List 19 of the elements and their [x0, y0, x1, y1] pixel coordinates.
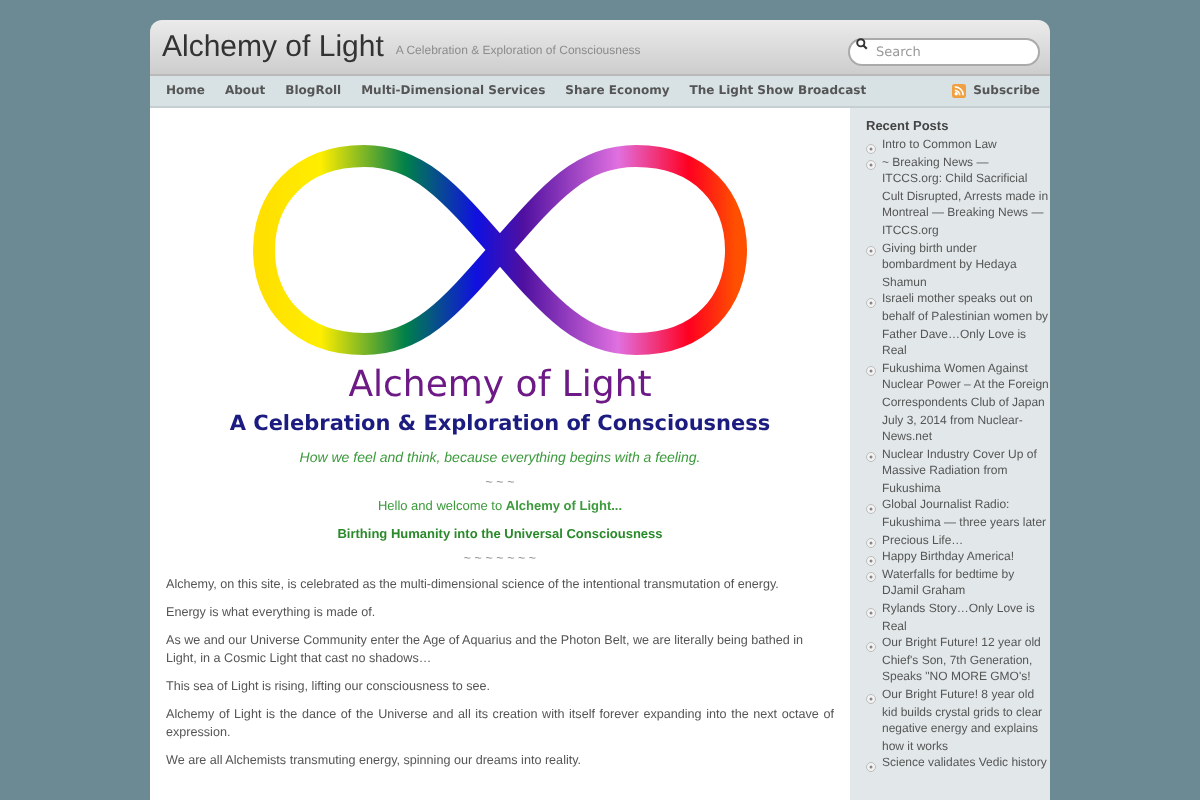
rss-icon	[951, 84, 966, 98]
bullet-icon	[866, 452, 876, 463]
bullet-icon	[866, 503, 876, 514]
logo-subtitle: A Celebration & Exploration of Consciousness	[229, 412, 771, 436]
bullet-icon	[866, 555, 876, 566]
bullet-icon	[866, 761, 876, 772]
bullet-icon	[866, 607, 876, 618]
bullet-icon	[866, 366, 876, 377]
bullet-icon	[866, 693, 876, 703]
bullet-icon	[866, 160, 876, 171]
logo-title: Alchemy of Light	[348, 364, 652, 406]
bullet-icon	[866, 641, 876, 652]
bullet-icon	[866, 297, 876, 308]
site-title[interactable]: Alchemy of Light	[162, 30, 384, 64]
bullet-icon	[866, 246, 876, 257]
bullet-icon	[866, 143, 876, 153]
bullet-icon	[866, 538, 876, 549]
bullet-icon	[866, 572, 876, 583]
search-icon	[856, 37, 868, 49]
